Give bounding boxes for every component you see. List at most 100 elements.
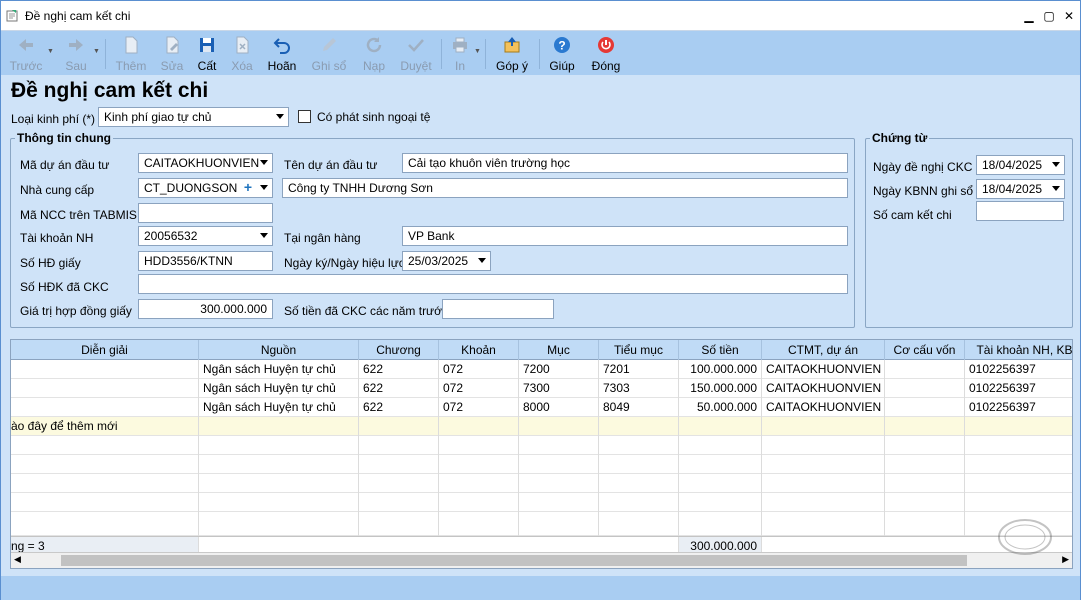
empty-cell[interactable] xyxy=(885,417,965,436)
print-button[interactable]: In xyxy=(447,33,473,73)
col-header-capital[interactable]: Cơ cấu vốn xyxy=(885,340,965,360)
col-header-item[interactable]: Mục xyxy=(519,340,599,360)
reload-button[interactable]: Nạp xyxy=(357,33,391,73)
cell-project[interactable]: CAITAOKHUONVIEN xyxy=(762,379,885,398)
commitment-no-field[interactable] xyxy=(976,201,1064,221)
feedback-button[interactable]: Góp ý xyxy=(491,33,533,73)
add-supplier-icon[interactable]: + xyxy=(244,179,252,195)
empty-cell[interactable] xyxy=(965,417,1072,436)
post-button[interactable]: Ghi sổ xyxy=(309,33,349,73)
new-row[interactable]: ào đây để thêm mới xyxy=(11,417,1072,436)
table-row[interactable]: Ngân sách Huyện tự chủ 622 072 7200 7201… xyxy=(11,360,1072,379)
col-header-project[interactable]: CTMT, dự án xyxy=(762,340,885,360)
empty-cell[interactable] xyxy=(359,417,439,436)
cell-chapter[interactable]: 622 xyxy=(359,398,439,417)
chevron-down-icon xyxy=(260,233,268,238)
contract-no-field[interactable]: HDD3556/KTNN xyxy=(138,251,273,271)
prev-dropdown-icon[interactable]: ▼ xyxy=(47,48,54,55)
cell-capital[interactable] xyxy=(885,379,965,398)
edit-button[interactable]: Sửa xyxy=(155,33,189,73)
col-header-amount[interactable]: Số tiền xyxy=(679,340,762,360)
empty-cell[interactable] xyxy=(762,417,885,436)
kbnn-date-picker[interactable]: 18/04/2025 xyxy=(976,179,1065,199)
cell-section[interactable]: 072 xyxy=(439,379,519,398)
cell-project[interactable]: CAITAOKHUONVIEN xyxy=(762,360,885,379)
new-row-hint[interactable]: ào đây để thêm mới xyxy=(11,417,199,436)
empty-cell[interactable] xyxy=(439,417,519,436)
cell-chapter[interactable]: 622 xyxy=(359,379,439,398)
table-row[interactable]: Ngân sách Huyện tự chủ 622 072 7300 7303… xyxy=(11,379,1072,398)
foreign-currency-checkbox[interactable] xyxy=(298,110,311,123)
col-header-account[interactable]: Tài khoản NH, KB xyxy=(965,340,1072,360)
cell-account[interactable]: 0102256397 xyxy=(965,379,1072,398)
scroll-right-icon[interactable]: ▶ xyxy=(1062,554,1069,565)
request-date-picker[interactable]: 18/04/2025 xyxy=(976,155,1065,175)
scroll-left-icon[interactable]: ◀ xyxy=(14,554,21,565)
project-code-select[interactable]: CAITAOKHUONVIEN xyxy=(138,153,273,173)
scrollbar-thumb[interactable] xyxy=(61,555,967,566)
cell-source[interactable]: Ngân sách Huyện tự chủ xyxy=(199,379,359,398)
bank-field[interactable]: VP Bank xyxy=(402,226,848,246)
sign-date-picker[interactable]: 25/03/2025 xyxy=(402,251,491,271)
cell-account[interactable]: 0102256397 xyxy=(965,360,1072,379)
cell-subitem[interactable]: 7201 xyxy=(599,360,679,379)
cell-account[interactable]: 0102256397 xyxy=(965,398,1072,417)
minimize-button[interactable]: ▁ xyxy=(1018,5,1040,27)
maximize-button[interactable]: ▢ xyxy=(1038,5,1060,27)
post-label: Ghi sổ xyxy=(311,59,347,73)
horizontal-scrollbar[interactable]: ◀ ▶ xyxy=(11,552,1072,568)
col-header-source[interactable]: Nguồn xyxy=(199,340,359,360)
col-header-description[interactable]: Diễn giải xyxy=(11,340,199,360)
cell-capital[interactable] xyxy=(885,398,965,417)
prev-button[interactable]: Trước xyxy=(7,33,45,73)
close-window-button[interactable]: ✕ xyxy=(1058,5,1080,27)
prior-amount-field[interactable] xyxy=(442,299,554,319)
cell-source[interactable]: Ngân sách Huyện tự chủ xyxy=(199,360,359,379)
committed-contract-field[interactable] xyxy=(138,274,848,294)
contract-value-field[interactable]: 300.000.000 xyxy=(138,299,273,319)
cell-subitem[interactable]: 8049 xyxy=(599,398,679,417)
save-button[interactable]: Cất xyxy=(191,33,223,73)
cell-item[interactable]: 8000 xyxy=(519,398,599,417)
cell-amount[interactable]: 100.000.000 xyxy=(679,360,762,379)
table-row[interactable]: Ngân sách Huyện tự chủ 622 072 8000 8049… xyxy=(11,398,1072,417)
cell-description[interactable] xyxy=(11,379,199,398)
add-button[interactable]: Thêm xyxy=(113,33,149,73)
cell-capital[interactable] xyxy=(885,360,965,379)
cell-project[interactable]: CAITAOKHUONVIEN xyxy=(762,398,885,417)
tabmis-code-field[interactable] xyxy=(138,203,273,223)
cell-item[interactable]: 7300 xyxy=(519,379,599,398)
col-header-subitem[interactable]: Tiểu mục xyxy=(599,340,679,360)
project-name-field[interactable]: Cải tạo khuôn viên trường học xyxy=(402,153,848,173)
cell-section[interactable]: 072 xyxy=(439,398,519,417)
cell-amount[interactable]: 50.000.000 xyxy=(679,398,762,417)
cell-description[interactable] xyxy=(11,398,199,417)
supplier-select[interactable]: CT_DUONGSON + xyxy=(138,178,273,198)
delete-button[interactable]: Xóa xyxy=(225,33,259,73)
empty-cell xyxy=(762,474,885,493)
postpone-button[interactable]: Hoãn xyxy=(263,33,301,73)
empty-cell[interactable] xyxy=(519,417,599,436)
empty-cell[interactable] xyxy=(599,417,679,436)
cell-description[interactable] xyxy=(11,360,199,379)
empty-cell[interactable] xyxy=(199,417,359,436)
next-dropdown-icon[interactable]: ▼ xyxy=(93,48,100,55)
close-button[interactable]: Đóng xyxy=(587,33,625,73)
bank-account-select[interactable]: 20056532 xyxy=(138,226,273,246)
col-header-chapter[interactable]: Chương xyxy=(359,340,439,360)
cell-item[interactable]: 7200 xyxy=(519,360,599,379)
cell-amount[interactable]: 150.000.000 xyxy=(679,379,762,398)
next-button[interactable]: Sau xyxy=(57,33,95,73)
help-button[interactable]: ? Giúp xyxy=(546,33,578,73)
empty-cell[interactable] xyxy=(679,417,762,436)
print-dropdown-icon[interactable]: ▼ xyxy=(474,48,481,55)
approve-button[interactable]: Duyệt xyxy=(397,33,435,73)
cell-subitem[interactable]: 7303 xyxy=(599,379,679,398)
cell-section[interactable]: 072 xyxy=(439,360,519,379)
cell-chapter[interactable]: 622 xyxy=(359,360,439,379)
delete-label: Xóa xyxy=(231,59,253,73)
cell-source[interactable]: Ngân sách Huyện tự chủ xyxy=(199,398,359,417)
supplier-name-field[interactable]: Công ty TNHH Dương Sơn xyxy=(282,178,848,198)
col-header-section[interactable]: Khoản xyxy=(439,340,519,360)
budget-type-select[interactable]: Kinh phí giao tự chủ xyxy=(98,107,289,127)
